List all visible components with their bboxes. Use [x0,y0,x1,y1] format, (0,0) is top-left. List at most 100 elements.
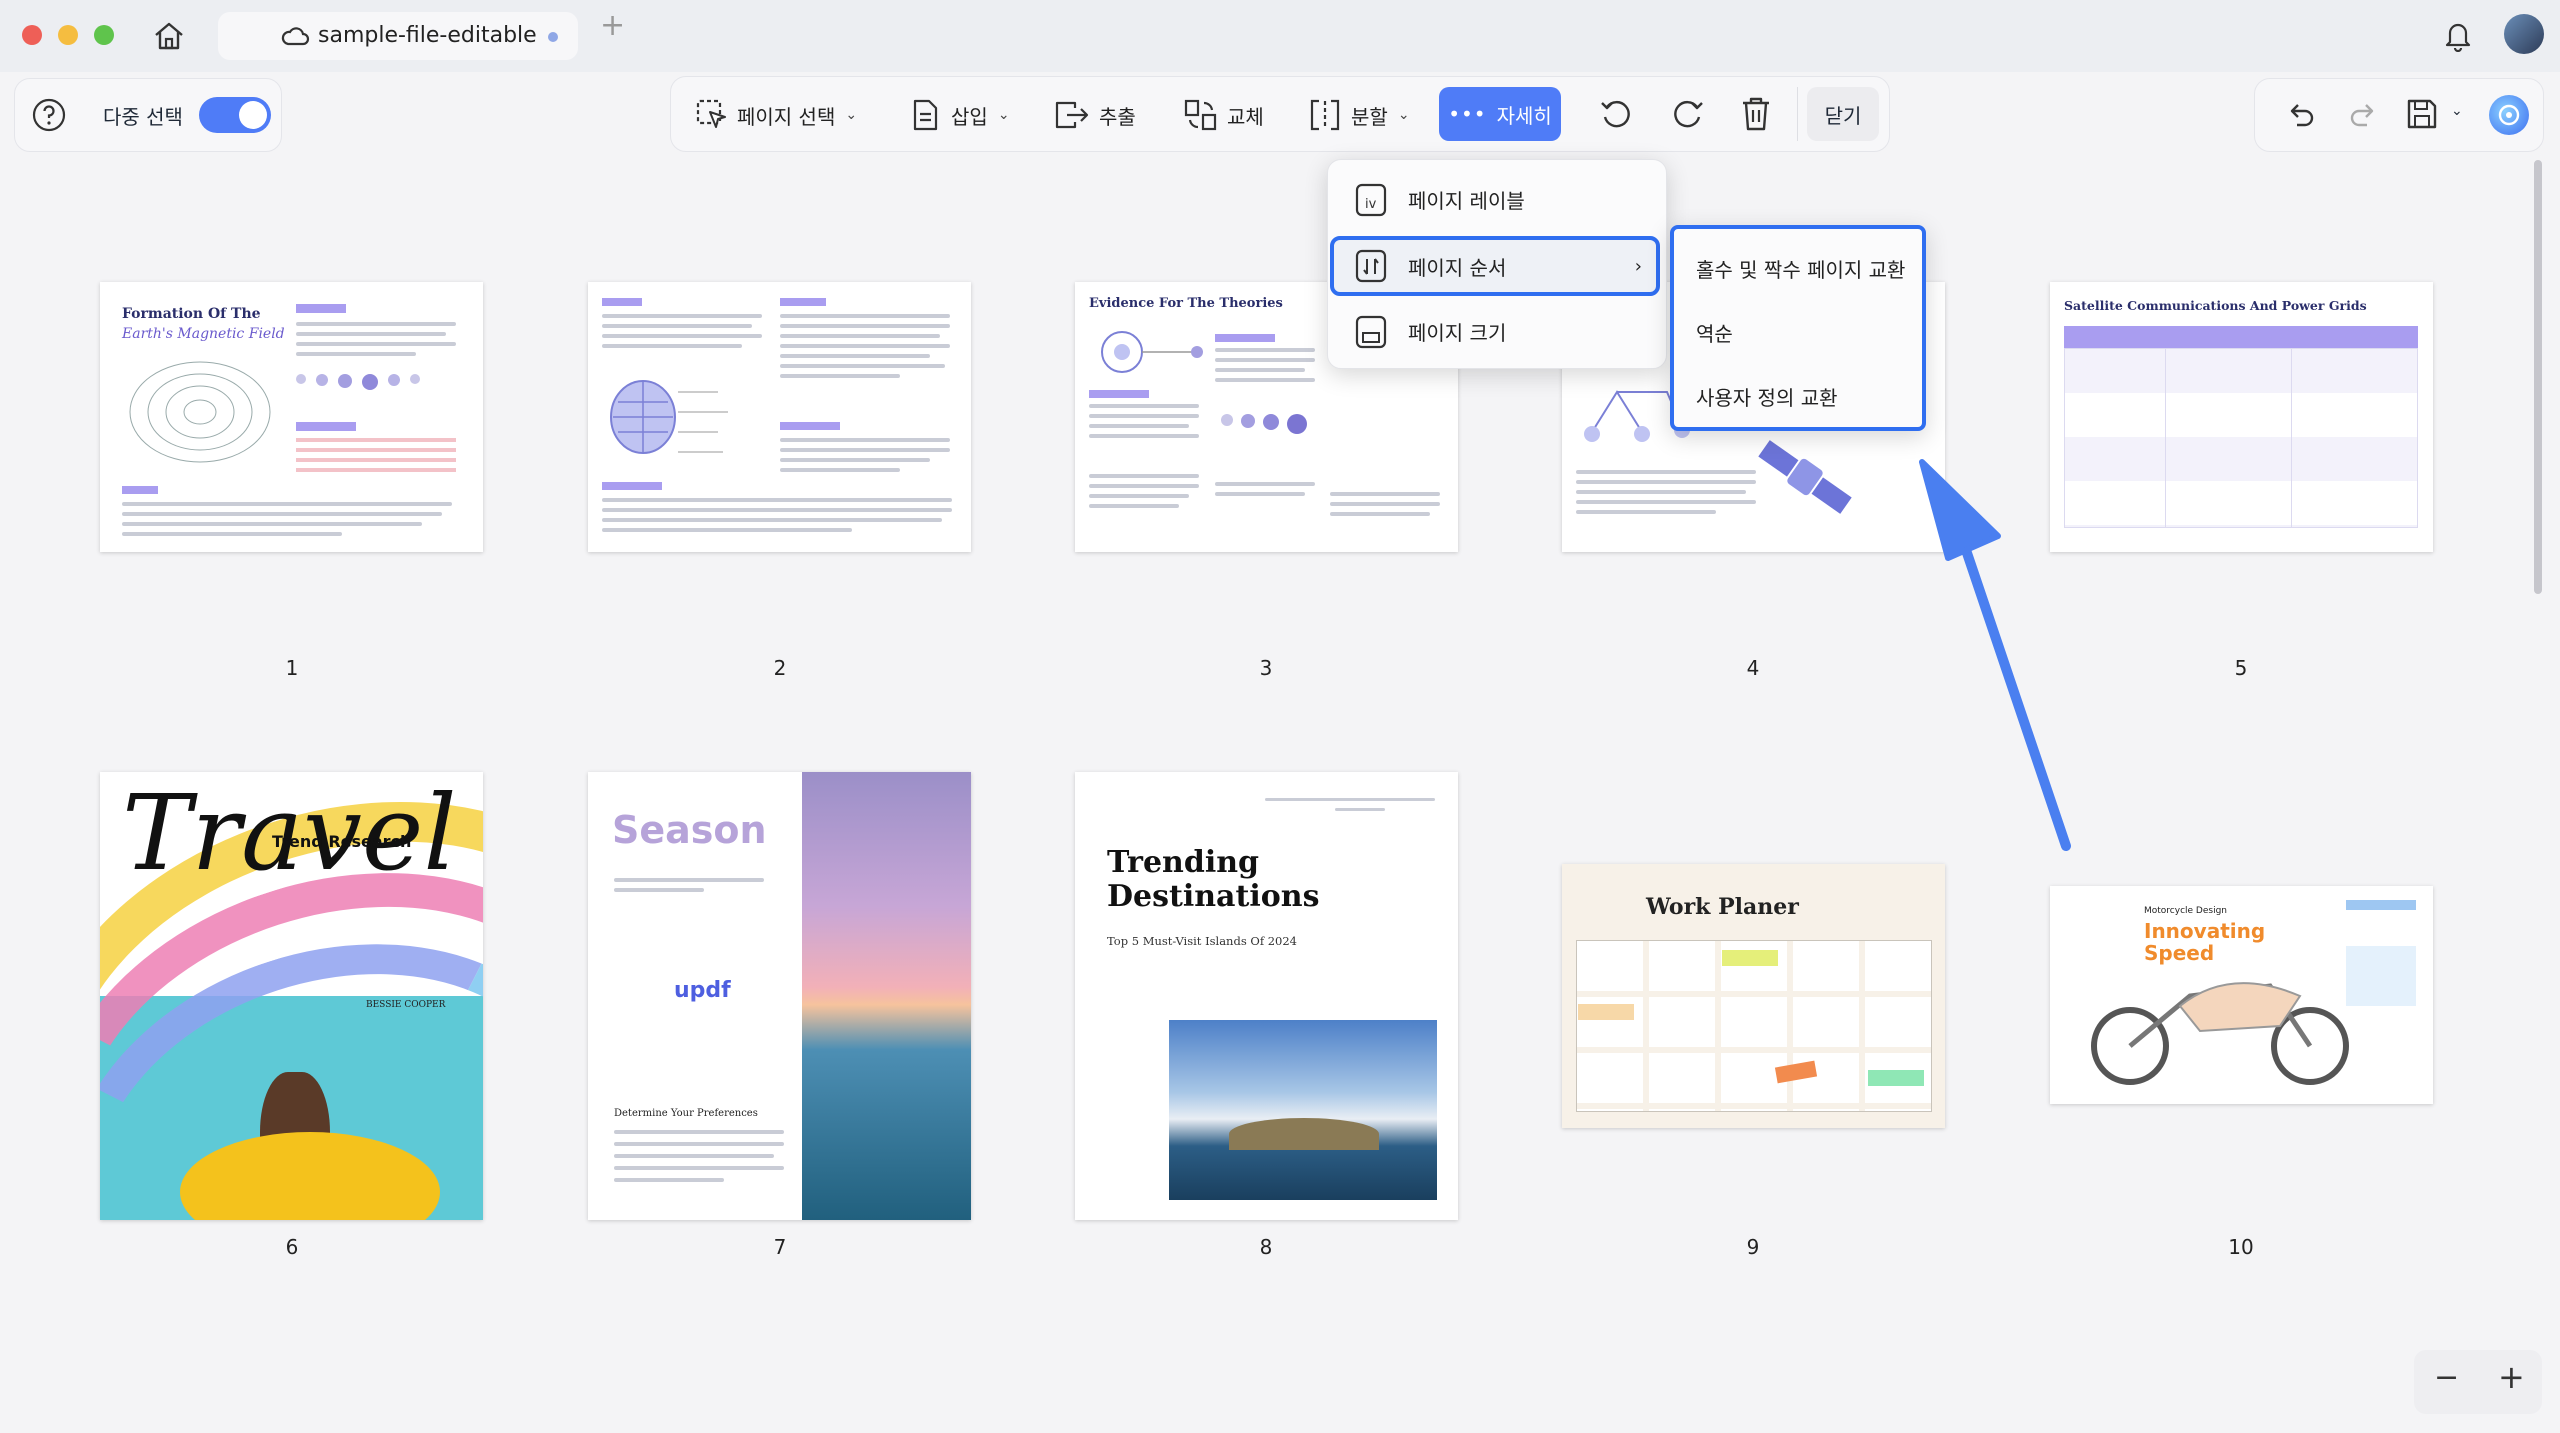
multi-select-label: 다중 선택 [103,105,183,129]
page-number: 9 [1746,1235,1760,1259]
replace-icon [1183,98,1219,132]
rotate-right-icon[interactable] [1669,97,1705,133]
note-label [2346,900,2416,910]
menu-item-page-label[interactable]: iv 페이지 레이블 [1328,172,1666,226]
more-button[interactable]: ••• 자세히 [1439,87,1561,141]
zoom-window-button[interactable] [94,25,114,45]
home-icon[interactable] [152,20,186,52]
page-thumbnail-9[interactable]: Work Planer [1562,864,1945,1128]
planet-dots [1221,414,1321,434]
document-tab[interactable]: sample-file-editable [218,12,578,60]
page-number: 4 [1746,656,1760,680]
page-select-label: 페이지 선택 [737,104,836,129]
page-subtitle: Determine Your Preferences [614,1108,758,1119]
toolbar-divider [1797,87,1798,141]
ai-assistant-icon[interactable] [2489,95,2529,135]
sphere-diagram [610,380,728,454]
page-title-line-2: Destinations [1107,879,1320,914]
avatar[interactable] [2504,14,2544,54]
unsaved-indicator [548,32,558,42]
chevron-down-icon: ⌄ [997,107,1010,123]
page-thumbnail-2[interactable] [588,282,971,552]
motorcycle-illustration [2091,982,2349,1085]
close-button[interactable]: 닫기 [1807,87,1879,141]
submenu-item-custom-swap[interactable]: 사용자 정의 교환 [1696,371,1838,421]
zoom-in-button[interactable]: + [2498,1358,2525,1396]
planet-dots [296,374,446,390]
split-button[interactable]: 분할 ⌄ [1307,77,1410,153]
menu-item-label: 페이지 크기 [1408,320,1507,345]
page-author: BESSIE COOPER [366,1000,446,1010]
vertical-scrollbar[interactable] [2534,160,2542,594]
left-toolbar: 다중 선택 [14,78,282,152]
submenu-item-swap-odd-even[interactable]: 홀수 및 짝수 페이지 교환 [1696,243,1905,293]
submenu-item-reverse-order[interactable]: 역순 [1696,307,1733,357]
menu-item-page-size[interactable]: 페이지 크기 [1328,304,1666,358]
page-thumbnail-8[interactable]: Trending Destinations Top 5 Must-Visit I… [1075,772,1458,1220]
page-title: Trending [1107,845,1260,880]
page-thumbnail-1[interactable]: Formation Of The Earth's Magnetic Field [100,282,483,552]
sunset-image [802,772,971,1220]
split-icon [1307,98,1343,132]
island-shape [1229,1118,1379,1150]
close-window-button[interactable] [22,25,42,45]
page-title: Satellite Communications And Power Grids [2064,298,2367,313]
page-number: 7 [773,1235,787,1259]
table-header [2064,326,2418,348]
more-label: 자세히 [1496,103,1552,128]
data-table [2064,348,2418,528]
trash-icon[interactable] [1739,95,1773,133]
page-thumbnail-7[interactable]: Season updf Determine Your Preferences [588,772,971,1220]
chevron-down-icon: ⌄ [1397,107,1410,123]
section-label [602,298,642,306]
highlighted-text [296,438,456,478]
toggle-knob [239,101,267,129]
save-icon[interactable] [2405,97,2439,131]
page-select-button[interactable]: 페이지 선택 ⌄ [695,77,857,153]
help-icon[interactable] [31,97,67,133]
multi-select-toggle[interactable] [199,97,271,133]
page-size-icon [1354,314,1388,350]
page-title: Work Planer [1646,894,1799,920]
section-label [122,486,158,494]
undo-icon[interactable] [2285,99,2317,129]
zoom-controls: − + [2414,1350,2542,1414]
page-thumbnail-5[interactable]: Satellite Communications And Power Grids [2050,282,2433,552]
cursor-select-icon [695,98,729,132]
section-label [780,422,840,430]
insert-button[interactable]: 삽입 ⌄ [909,77,1010,153]
page-subtitle: Top 5 Must-Visit Islands Of 2024 [1107,934,1297,948]
satellite-image [1758,440,1852,514]
minimize-window-button[interactable] [58,25,78,45]
magnetic-field-diagram [129,361,271,463]
chevron-down-icon[interactable]: ⌄ [2451,103,2463,119]
zoom-out-button[interactable]: − [2434,1360,2459,1395]
annotation-arrow [1919,459,2071,851]
page-number: 3 [1259,656,1273,680]
redo-icon[interactable] [2347,99,2379,129]
new-tab-button[interactable]: + [600,8,625,43]
extract-button[interactable]: 추출 [1053,77,1136,153]
page-thumbnail-6[interactable]: Travel Trend Research BESSIE COOPER [100,772,483,1220]
replace-button[interactable]: 교체 [1183,77,1264,153]
rotate-left-icon[interactable] [1599,97,1635,133]
island-photo [1169,1020,1437,1200]
orbit-diagram [1101,331,1203,373]
menu-item-label: 페이지 순서 [1408,255,1507,280]
svg-text:iv: iv [1365,197,1377,212]
page-title: Motorcycle Design [2144,906,2228,916]
insert-label: 삽입 [951,104,988,129]
extract-label: 추출 [1099,104,1136,129]
menu-item-page-order[interactable]: 페이지 순서 › [1330,236,1660,296]
bell-icon[interactable] [2442,18,2474,52]
page-number: 2 [773,656,787,680]
page-thumbnail-10[interactable]: Motorcycle Design Innovating Speed [2050,886,2433,1104]
chevron-right-icon: › [1634,255,1642,277]
page-number: 8 [1259,1235,1273,1259]
page-title: Season [612,808,767,852]
replace-label: 교체 [1227,104,1264,129]
page-order-icon [1354,248,1388,284]
page-toolbar: 페이지 선택 ⌄ 삽입 ⌄ 추출 교체 분할 ⌄ ••• 자세히 닫기 [670,76,1890,152]
page-number: 5 [2234,656,2248,680]
section-label [780,298,826,306]
